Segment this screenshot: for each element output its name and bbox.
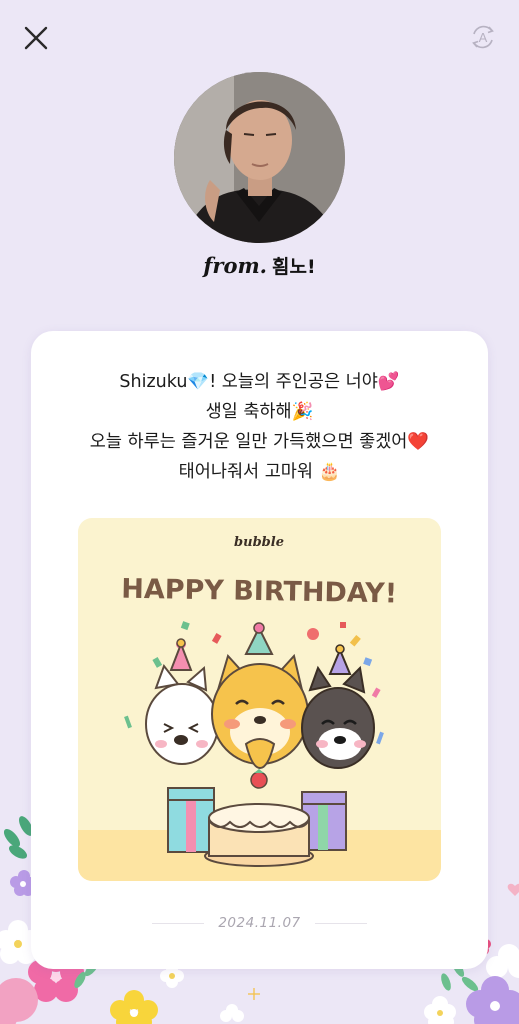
headline-text: HAPPY BIRTHDAY!: [121, 574, 397, 610]
sender-signature: from. 횜노!: [0, 252, 519, 279]
letter-card: Shizuku💎! 오늘의 주인공은 너야💕 생일 축하해🎉 오늘 하루는 즐거…: [31, 331, 488, 969]
sender-avatar: [174, 72, 345, 243]
translate-letter: A: [479, 30, 488, 45]
date-divider-right: [314, 922, 367, 924]
message-line: Shizuku💎! 오늘의 주인공은 너야💕: [119, 372, 400, 392]
message-line: 태어나줘서 고마워 🎂: [178, 462, 341, 482]
message-line: 오늘 하루는 즐거운 일만 가득했으면 좋겠어❤️: [89, 432, 430, 452]
date-divider-left: [152, 922, 205, 924]
letter-message: Shizuku💎! 오늘의 주인공은 너야💕 생일 축하해🎉 오늘 하루는 즐거…: [31, 367, 488, 487]
birthday-card-image[interactable]: bubble HAPPY BIRTHDAY!: [78, 518, 441, 881]
from-prefix: from.: [203, 253, 267, 278]
sender-name: 횜노!: [272, 256, 316, 278]
letter-date-row: 2024.11.07: [31, 913, 488, 933]
letter-date: 2024.11.07: [218, 915, 301, 931]
auto-translate-button[interactable]: A: [468, 22, 498, 52]
avatar-photo: [174, 72, 345, 243]
brand-label: bubble: [234, 535, 284, 550]
message-line: 생일 축하해🎉: [205, 402, 314, 422]
auto-translate-icon: A: [472, 25, 494, 49]
birthday-illustration: bubble HAPPY BIRTHDAY!: [78, 518, 441, 881]
close-button[interactable]: [22, 24, 50, 52]
close-icon: [24, 26, 48, 50]
